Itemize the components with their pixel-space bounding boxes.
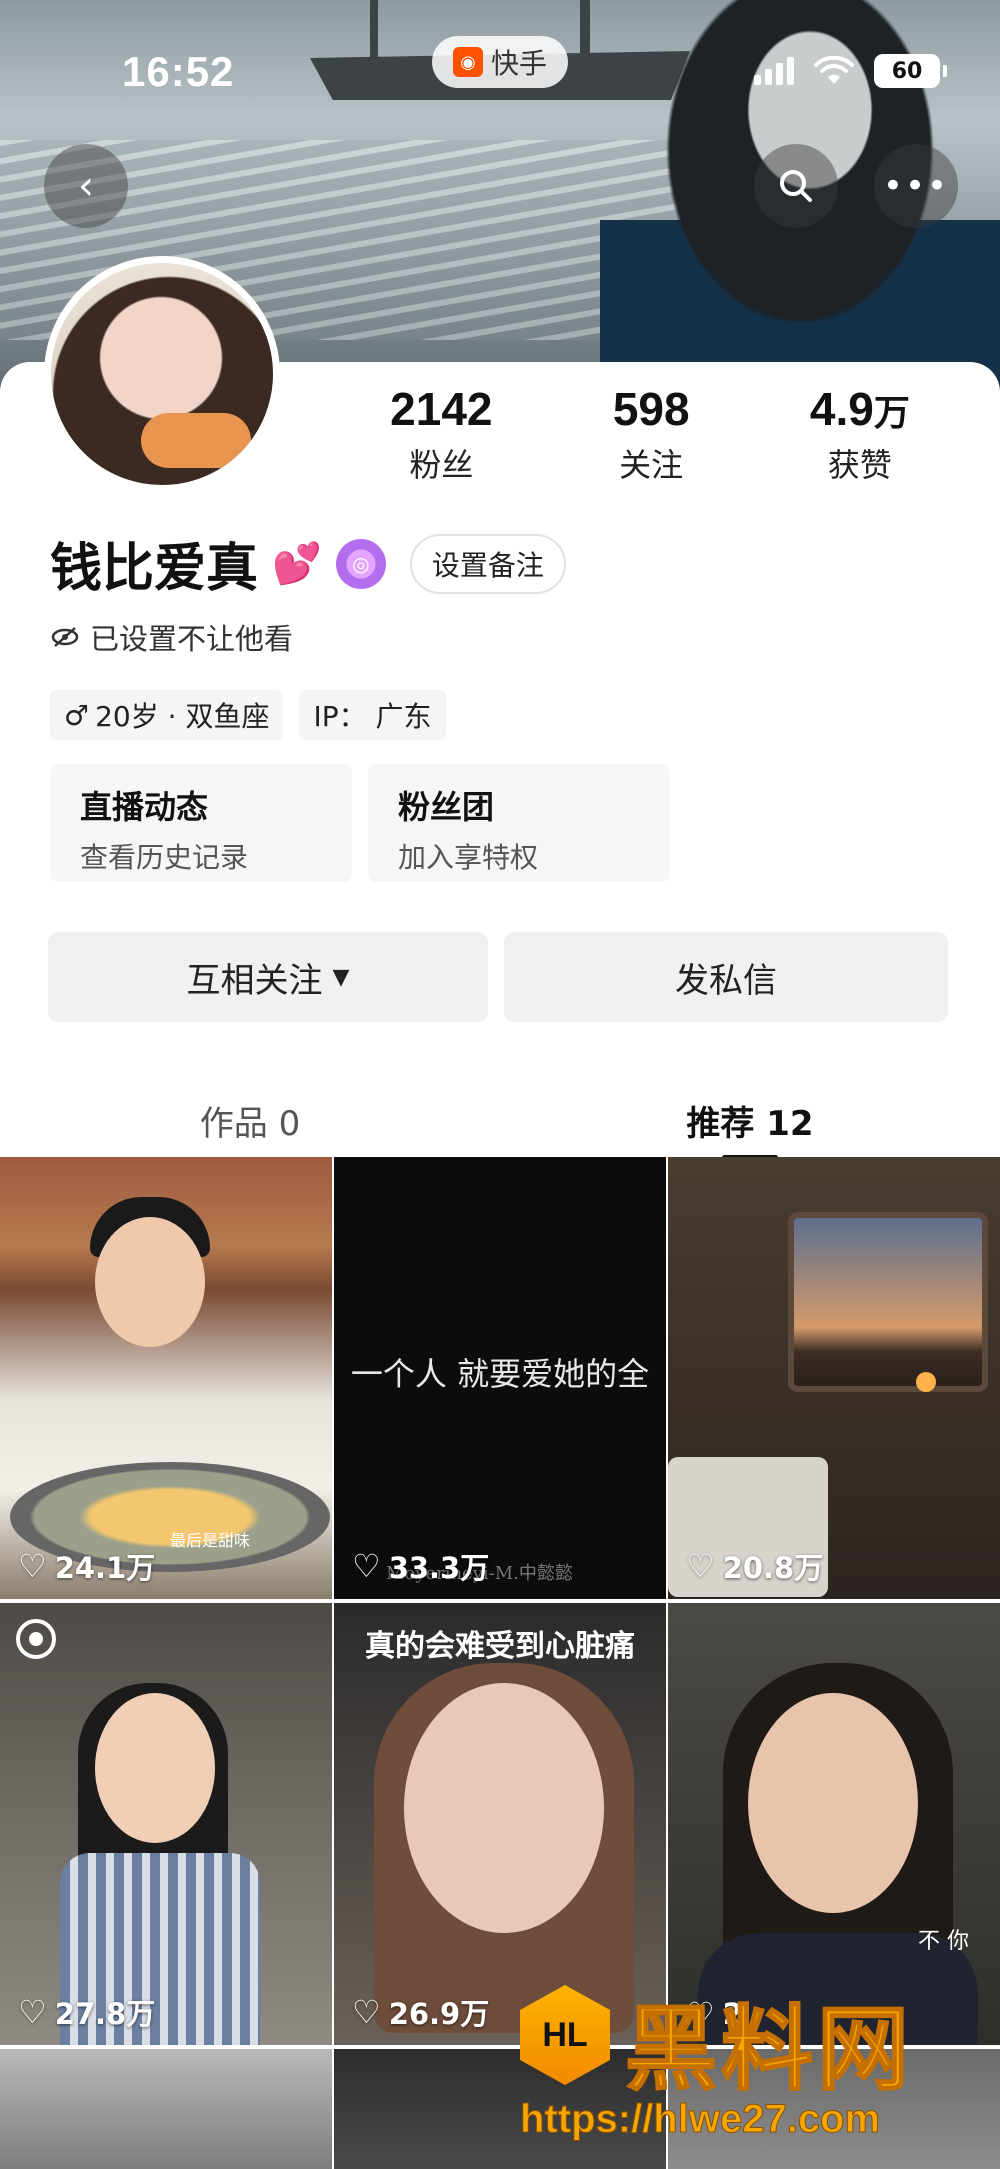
stat-value: 2142 xyxy=(390,383,493,435)
video-tile[interactable] xyxy=(0,2049,332,2169)
follow-label: 互相关注 xyxy=(186,960,323,1001)
like-count: ♡ 26.9万 xyxy=(352,1993,490,2031)
thumbnail-detail xyxy=(95,1693,215,1843)
card-title: 粉丝团 xyxy=(398,788,495,826)
live-history-card[interactable]: 直播动态 查看历史记录 xyxy=(50,764,352,882)
heart-icon: ♡ xyxy=(352,1993,381,2031)
feature-cards: 直播动态 查看历史记录 粉丝团 加入享特权 xyxy=(50,764,670,882)
eye-hidden-icon xyxy=(51,627,79,647)
watermark-logo: HL xyxy=(520,1985,610,2085)
battery-icon: 60 xyxy=(874,54,947,88)
wifi-icon xyxy=(814,55,854,86)
status-icons: 60 xyxy=(754,54,947,88)
watermark-title: 黑料网 xyxy=(624,1995,914,2104)
tab-recommended[interactable]: 推荐 12 xyxy=(500,1080,1000,1160)
video-overlay-text: 真的会难受到心脏痛 xyxy=(365,1629,635,1664)
live-ring-icon xyxy=(16,1619,56,1659)
watermark-url: https://hlwe27.com xyxy=(519,2097,881,2142)
thumbnail-detail xyxy=(916,1372,936,1392)
card-subtitle: 加入享特权 xyxy=(398,841,539,874)
stat-label: 粉丝 xyxy=(409,446,474,484)
thumbnail-detail xyxy=(788,1212,988,1392)
stat-likes[interactable]: 4.9万 获赞 xyxy=(810,382,910,486)
visibility-text: 已设置不让他看 xyxy=(90,622,294,656)
video-tile[interactable]: ♡ 27.8万 xyxy=(0,1603,332,2045)
caret-down-icon: ▼ xyxy=(332,964,350,990)
send-message-button[interactable]: 发私信 xyxy=(504,932,948,1022)
profile-tags: ♂ 20岁 · 双鱼座 IP： 广东 xyxy=(50,690,446,740)
profile-name: 钱比爱真 xyxy=(50,539,259,599)
mutual-follow-button[interactable]: 互相关注 ▼ xyxy=(48,932,488,1022)
heart-icon: ♡ xyxy=(18,1547,47,1585)
video-tile[interactable]: ♡ 20.8万 xyxy=(668,1157,1000,1599)
search-button[interactable] xyxy=(754,144,838,228)
ip-tag: IP： 广东 xyxy=(299,690,446,740)
thumbnail-detail xyxy=(404,1683,604,1933)
like-count: ♡ 20.8万 xyxy=(686,1547,824,1585)
video-caption: 最后是甜味 xyxy=(170,1531,251,1550)
visibility-status: 已设置不让他看 xyxy=(50,616,293,658)
video-tile[interactable]: 最后是甜味 ♡ 24.1万 xyxy=(0,1157,332,1599)
thumbnail-detail xyxy=(748,1693,918,1913)
heart-icon: ♡ xyxy=(352,1547,381,1585)
age-tag: ♂ 20岁 · 双鱼座 xyxy=(50,690,284,740)
banner-ship-mast xyxy=(370,0,378,60)
chevron-left-icon: ‹ xyxy=(78,163,94,209)
age-text: 20岁 · 双鱼座 xyxy=(95,700,270,733)
stat-label: 关注 xyxy=(619,446,684,484)
like-count: ♡ 33.3万 xyxy=(352,1547,490,1585)
card-subtitle: 查看历史记录 xyxy=(80,841,249,874)
app-indicator-pill[interactable]: ◉ 快手 xyxy=(432,36,568,88)
like-count: ♡ 24.1万 xyxy=(18,1547,156,1585)
avatar[interactable] xyxy=(44,256,280,492)
app-name: 快手 xyxy=(490,47,547,80)
kuaishou-logo-icon: ◉ xyxy=(452,47,483,77)
stat-value: 4.9万 xyxy=(809,383,910,435)
like-count: ♡ 27.8万 xyxy=(18,1993,156,2031)
stat-value: 598 xyxy=(612,383,690,435)
heart-icon: ♡ xyxy=(18,1993,47,2031)
search-icon xyxy=(780,170,812,202)
video-quote: 一个人 就要爱她的全 xyxy=(350,1355,650,1393)
card-title: 直播动态 xyxy=(80,788,209,826)
set-remark-button[interactable]: 设置备注 xyxy=(409,533,566,594)
name-row: 钱比爱真 💕 ◎ 设置备注 xyxy=(50,526,566,601)
hearts-emoji: 💕 xyxy=(272,541,322,587)
fan-club-card[interactable]: 粉丝团 加入享特权 xyxy=(368,764,670,882)
site-watermark: HL 黑料网 https://hlwe27.com xyxy=(510,1975,990,2155)
video-subtitle: 不 你 xyxy=(918,1929,969,1954)
avatar-detail xyxy=(141,413,251,468)
status-time: 16:52 xyxy=(122,48,235,95)
stat-followers[interactable]: 2142 粉丝 xyxy=(390,382,492,486)
stat-following[interactable]: 598 关注 xyxy=(613,382,690,486)
signal-icon xyxy=(754,57,794,85)
profile-actions: 互相关注 ▼ 发私信 xyxy=(48,932,948,1022)
thumbnail-detail xyxy=(95,1217,205,1347)
heart-icon: ♡ xyxy=(686,1547,715,1585)
tab-works[interactable]: 作品 0 xyxy=(0,1080,500,1160)
stat-label: 获赞 xyxy=(827,446,892,484)
more-horizontal-icon: ••• xyxy=(882,166,950,206)
level-badge-icon[interactable]: ◎ xyxy=(335,538,386,589)
more-button[interactable]: ••• xyxy=(874,144,958,228)
content-tabs: 作品 0 推荐 12 xyxy=(0,1080,1000,1160)
video-tile[interactable]: 一个人 就要爱她的全 Moyeriheyi-M.中懿懿 ♡ 33.3万 xyxy=(334,1157,666,1599)
male-icon: ♂ xyxy=(64,698,90,732)
profile-stats: 2142 粉丝 598 关注 4.9万 获赞 xyxy=(330,382,970,486)
banner-ship-mast xyxy=(580,0,590,55)
back-button[interactable]: ‹ xyxy=(44,144,128,228)
